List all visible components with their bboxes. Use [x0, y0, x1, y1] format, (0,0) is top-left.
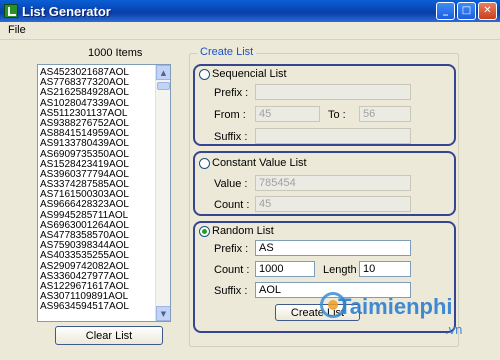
list-item[interactable]: AS4523021687AOL [40, 68, 156, 78]
seq-to-input[interactable]: 56 [359, 106, 411, 122]
seq-from-label: From : [214, 109, 246, 121]
maximize-icon[interactable]: □ [457, 2, 476, 20]
list-item[interactable]: AS7768377320AOL [40, 78, 156, 88]
list-item[interactable]: AS5112301137AOL [40, 109, 156, 119]
list-item[interactable]: AS9666428323AOL [40, 200, 156, 210]
const-count-input[interactable]: 45 [255, 196, 411, 212]
list-item[interactable]: AS6909735350AOL [40, 150, 156, 160]
generated-list[interactable]: AS4523021687AOL AS7768377320AOL AS21625849… [37, 64, 171, 322]
rand-count-label: Count : [214, 264, 250, 276]
close-icon[interactable]: ✕ [478, 2, 497, 20]
scroll-down-icon[interactable]: ▼ [156, 306, 170, 321]
list-item[interactable]: AS9133780439AOL [40, 139, 156, 149]
list-item[interactable]: AS3071109891AOL [40, 292, 156, 302]
const-value-label: Value : [214, 178, 248, 190]
clear-list-button[interactable]: Clear List [55, 326, 163, 345]
list-item[interactable]: AS4778358570AOL [40, 231, 156, 241]
seq-suffix-label: Suffix : [214, 131, 248, 143]
list-item[interactable]: AS3374287585AOL [40, 180, 156, 190]
scroll-thumb[interactable] [157, 82, 170, 90]
list-item[interactable]: AS3360427977AOL [40, 272, 156, 282]
list-item[interactable]: AS7590398344AOL [40, 241, 156, 251]
sequential-label: Sequencial List [212, 68, 287, 80]
window-controls: _ □ ✕ [436, 2, 497, 20]
constant-radio[interactable] [199, 158, 210, 169]
watermark-domain: .vn [445, 322, 463, 337]
list-item[interactable]: AS1528423419AOL [40, 160, 156, 170]
rand-prefix-label: Prefix : [214, 243, 249, 255]
rand-count-input[interactable]: 1000 [255, 261, 315, 277]
const-count-label: Count : [214, 199, 250, 211]
list-item[interactable]: AS3960377794AOL [40, 170, 156, 180]
constant-label: Constant Value List [212, 157, 307, 169]
rand-suffix-label: Suffix : [214, 285, 248, 297]
list-item[interactable]: AS9634594517AOL [40, 302, 156, 312]
list-items: AS4523021687AOL AS7768377320AOL AS21625849… [40, 68, 156, 313]
seq-from-input[interactable]: 45 [255, 106, 320, 122]
list-item[interactable]: AS8841514959AOL [40, 129, 156, 139]
list-item[interactable]: AS9388276752AOL [40, 119, 156, 129]
random-label: Random List [212, 225, 274, 237]
list-item[interactable]: AS2909742082AOL [40, 262, 156, 272]
title-bar[interactable]: List Generator _ □ ✕ [0, 0, 500, 22]
list-item[interactable]: AS1229671617AOL [40, 282, 156, 292]
list-item[interactable]: AS7161500303AOL [40, 190, 156, 200]
list-scrollbar[interactable]: ▲ ▼ [155, 65, 170, 321]
watermark-brand: Taimienphi [338, 294, 453, 319]
list-item[interactable]: AS1028047339AOL [40, 99, 156, 109]
random-radio[interactable] [199, 226, 210, 237]
rand-length-input[interactable]: 10 [359, 261, 411, 277]
const-value-input[interactable]: 785454 [255, 175, 411, 191]
rand-prefix-input[interactable]: AS [255, 240, 411, 256]
rand-length-label: Length : [323, 264, 363, 276]
window-title: List Generator [22, 3, 111, 19]
list-item[interactable]: AS9945285711AOL [40, 211, 156, 221]
seq-suffix-input[interactable] [255, 128, 411, 144]
minimize-icon[interactable]: _ [436, 2, 455, 20]
app-window: List Generator _ □ ✕ File 1000 Items AS4… [0, 0, 500, 360]
app-icon [4, 4, 18, 18]
sequential-radio[interactable] [199, 69, 210, 80]
seq-to-label: To : [328, 109, 346, 121]
list-item[interactable]: AS4033535255AOL [40, 251, 156, 261]
create-list-legend: Create List [197, 46, 257, 58]
list-item[interactable]: AS6963001264AOL [40, 221, 156, 231]
seq-prefix-label: Prefix : [214, 87, 249, 99]
scroll-up-icon[interactable]: ▲ [156, 65, 170, 80]
seq-prefix-input[interactable] [255, 84, 411, 100]
list-item[interactable]: AS2162584928AOL [40, 88, 156, 98]
menu-file[interactable]: File [8, 24, 26, 36]
menu-bar: File [0, 22, 500, 40]
item-count-label: 1000 Items [88, 47, 143, 59]
